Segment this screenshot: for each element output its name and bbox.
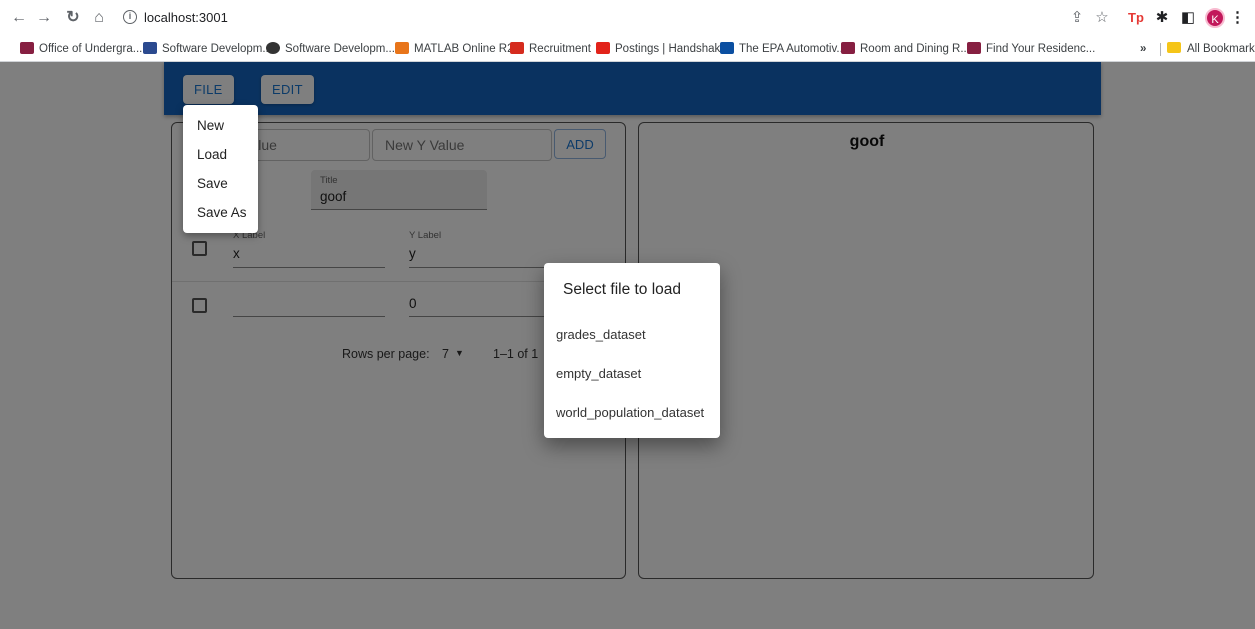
folder-icon [1167, 42, 1181, 53]
menu-item-new[interactable]: New [197, 118, 224, 133]
dialog-title: Select file to load [563, 281, 682, 298]
back-icon[interactable]: ← [8, 7, 30, 29]
bookmarks-overflow-button[interactable]: » [1140, 41, 1146, 57]
file-option-world-population-dataset[interactable]: world_population_dataset [556, 405, 704, 420]
url-text: localhost:3001 [144, 10, 228, 25]
more-menu-icon[interactable]: ⋮ [1230, 8, 1245, 28]
bookmark-item[interactable]: Software Developm... [143, 41, 272, 57]
bookmark-label: The EPA Automotiv... [739, 43, 846, 55]
all-bookmarks-button[interactable]: All Bookmarks [1167, 41, 1255, 57]
bookmark-star-icon[interactable]: ☆ [1092, 8, 1112, 28]
bookmark-item[interactable]: Office of Undergra... [20, 41, 142, 57]
bookmark-favicon-icon [596, 42, 610, 54]
bookmark-favicon-icon [143, 42, 157, 54]
bookmark-item[interactable]: Find Your Residenc... [967, 41, 1095, 57]
bookmark-favicon-icon [841, 42, 855, 54]
file-option-empty-dataset[interactable]: empty_dataset [556, 366, 641, 381]
bookmark-item[interactable]: The EPA Automotiv... [720, 41, 846, 57]
bookmark-item[interactable]: Room and Dining R... [841, 41, 970, 57]
home-icon[interactable]: ⌂ [88, 7, 110, 29]
bookmark-label: Software Developm... [162, 43, 272, 55]
bookmarks-bar: Office of Undergra... Software Developm.… [0, 36, 1255, 62]
bookmark-item[interactable]: Software Developm... [266, 41, 395, 57]
menu-item-load[interactable]: Load [197, 147, 227, 162]
site-info-icon[interactable]: i [123, 10, 137, 24]
bookmark-label: Room and Dining R... [860, 43, 970, 55]
side-panel-icon[interactable]: ◧ [1178, 8, 1198, 28]
browser-toolbar: ← → ↻ ⌂ i localhost:3001 ⇪ ☆ Tp ✱ ◧ K ⋮ [0, 0, 1255, 36]
forward-icon[interactable]: → [33, 7, 55, 29]
bookmark-item[interactable]: Recruitment [510, 41, 591, 57]
menu-item-save-as[interactable]: Save As [197, 205, 247, 220]
share-icon[interactable]: ⇪ [1067, 8, 1087, 28]
bookmark-favicon-icon [395, 42, 409, 54]
reload-icon[interactable]: ↻ [62, 7, 84, 29]
bookmark-favicon-icon [510, 42, 524, 54]
bookmark-favicon-icon [266, 42, 280, 54]
file-option-grades-dataset[interactable]: grades_dataset [556, 327, 646, 342]
bookmark-item[interactable]: Postings | Handshake [596, 41, 727, 57]
profile-avatar[interactable]: K [1205, 8, 1225, 28]
bookmark-favicon-icon [720, 42, 734, 54]
bookmark-item[interactable]: MATLAB Online R2... [395, 41, 523, 57]
bookmark-label: Office of Undergra... [39, 43, 143, 55]
extensions-puzzle-icon[interactable]: ✱ [1152, 8, 1172, 28]
bookmark-favicon-icon [967, 42, 981, 54]
bookmark-label: Software Developm... [285, 43, 395, 55]
bookmarks-divider [1160, 43, 1161, 56]
bookmark-label: MATLAB Online R2... [414, 43, 524, 55]
bookmark-label: Recruitment [529, 43, 591, 55]
extension-tp-icon[interactable]: Tp [1125, 8, 1147, 28]
bookmark-favicon-icon [20, 42, 34, 54]
bookmark-label: Find Your Residenc... [986, 43, 1096, 55]
bookmark-label: Postings | Handshake [615, 43, 727, 55]
all-bookmarks-label: All Bookmarks [1187, 43, 1255, 55]
load-file-dialog: Select file to load grades_dataset empty… [544, 263, 720, 438]
menu-item-save[interactable]: Save [197, 176, 228, 191]
app-viewport: FILE EDIT New X Value New Y Value ADD Ti… [0, 62, 1255, 629]
file-menu: New Load Save Save As [183, 105, 258, 233]
